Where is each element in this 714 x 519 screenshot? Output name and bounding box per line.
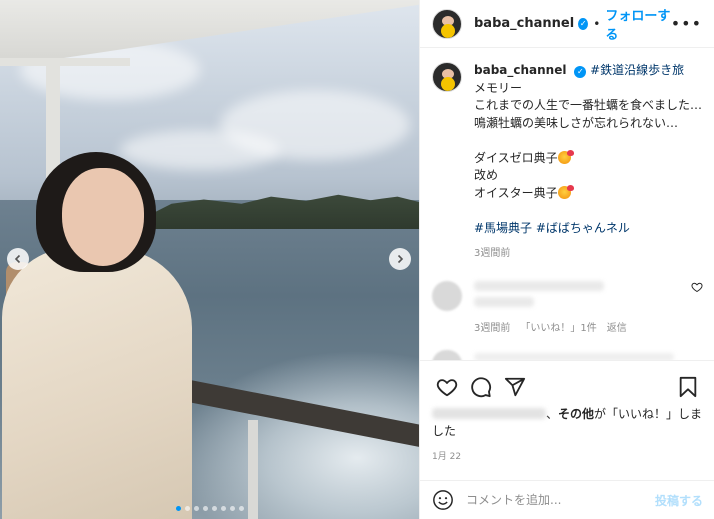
caption-time: 3週間前 — [474, 248, 511, 259]
caption-body: baba_channel ✓ #鉄道沿線歩き旅 メモリー これまでの人生で一番牡… — [474, 62, 703, 263]
caption-username[interactable]: baba_channel — [474, 63, 566, 77]
chevron-right-icon — [397, 254, 404, 264]
heart-icon — [691, 282, 703, 292]
comment-text-blurred — [474, 280, 691, 313]
carousel-dot — [220, 506, 226, 511]
railing-post — [248, 420, 258, 519]
commenter-avatar[interactable] — [432, 280, 462, 311]
comment-icon — [471, 376, 492, 397]
chevron-left-icon — [14, 254, 21, 264]
like-button[interactable] — [430, 370, 464, 404]
caption-line-with-emoji: ダイスゼロ典子 — [474, 149, 703, 168]
carousel-indicator — [0, 506, 419, 511]
carousel-dot — [211, 506, 217, 511]
comment-time: 3週間前 — [474, 322, 511, 334]
caption: baba_channel ✓ #鉄道沿線歩き旅 メモリー これまでの人生で一番牡… — [432, 62, 703, 263]
post-date[interactable]: 1月 22 — [432, 449, 461, 462]
share-icon — [504, 377, 526, 396]
blurred-text — [474, 352, 674, 360]
add-comment-bar: 投稿する — [420, 480, 714, 519]
verified-badge-icon: ✓ — [574, 65, 587, 78]
post-header: baba_channel ✓ • フォローする ••• — [420, 0, 714, 48]
carousel-dot — [202, 506, 208, 511]
caption-line: 改め — [474, 168, 499, 182]
post-actions — [420, 360, 714, 412]
caption-line: これまでの人生で一番牡蠣を食べました… — [474, 98, 703, 112]
commenter-avatar[interactable] — [432, 349, 462, 360]
follow-button[interactable]: フォローする — [605, 5, 670, 43]
avatar[interactable] — [432, 8, 462, 39]
verified-badge-icon: ✓ — [578, 17, 589, 30]
caption-line: 鳴瀬牡蠣の美味しさが忘れられない… — [474, 115, 679, 130]
heart-icon — [436, 378, 458, 396]
more-options-button[interactable]: ••• — [671, 14, 702, 33]
caption-line: メモリー — [474, 80, 523, 95]
carousel-dot — [184, 506, 190, 511]
comment-input[interactable] — [466, 493, 644, 507]
comment-item-partial — [432, 349, 703, 360]
comment-meta: 3週間前 「いいね！」1件 返信 — [474, 319, 703, 334]
comment-item — [432, 280, 703, 313]
username-link[interactable]: baba_channel — [474, 16, 574, 31]
comments-section[interactable]: baba_channel ✓ #鉄道沿線歩き旅 メモリー これまでの人生で一番牡… — [420, 48, 714, 360]
likes-summary: 、その他が「いいね！」しました — [432, 406, 707, 440]
heart-face-emoji-icon — [557, 184, 574, 199]
boat-roof — [0, 0, 419, 60]
roof-beam — [0, 58, 130, 66]
share-button[interactable] — [498, 370, 532, 404]
caption-hashtag[interactable]: #鉄道沿線歩き旅 — [590, 63, 684, 77]
blurred-text — [474, 296, 534, 307]
caption-hashtags[interactable]: #馬場典子 #ばばちゃんネル — [474, 220, 703, 238]
others-link[interactable]: その他 — [558, 407, 594, 421]
person-coat — [2, 248, 192, 519]
caption-avatar[interactable] — [432, 62, 462, 92]
caption-line-with-emoji: オイスター典子 — [474, 184, 703, 203]
carousel-dot — [175, 506, 181, 511]
carousel-dot — [193, 506, 199, 511]
carousel-dot — [229, 506, 235, 511]
save-button[interactable] — [671, 370, 705, 404]
caption-line: オイスター典子 — [474, 185, 558, 200]
separator-dot: • — [593, 16, 601, 31]
caption-line: ダイスゼロ典子 — [474, 150, 558, 165]
carousel-dot — [238, 506, 244, 511]
person-face — [62, 168, 144, 266]
comment-likes-count[interactable]: 「いいね！」1件 — [520, 319, 596, 334]
bookmark-icon — [679, 376, 697, 397]
likes-separator: 、 — [546, 407, 559, 421]
reply-button[interactable]: 返信 — [607, 319, 627, 334]
cloud — [120, 130, 280, 170]
comment-like-button[interactable] — [691, 281, 703, 296]
post-side-panel: baba_channel ✓ • フォローする ••• baba_channel… — [419, 0, 714, 519]
carousel-prev-button[interactable] — [7, 248, 29, 270]
comment-button[interactable] — [464, 370, 498, 404]
carousel-next-button[interactable] — [389, 248, 411, 270]
post-photo[interactable] — [0, 0, 419, 519]
island-treeline — [150, 194, 419, 229]
heart-face-emoji-icon — [557, 149, 574, 164]
emoji-icon[interactable] — [432, 489, 454, 511]
liker-name-blurred[interactable] — [432, 408, 546, 419]
post-comment-button[interactable]: 投稿する — [655, 492, 703, 509]
blurred-text — [474, 280, 604, 291]
